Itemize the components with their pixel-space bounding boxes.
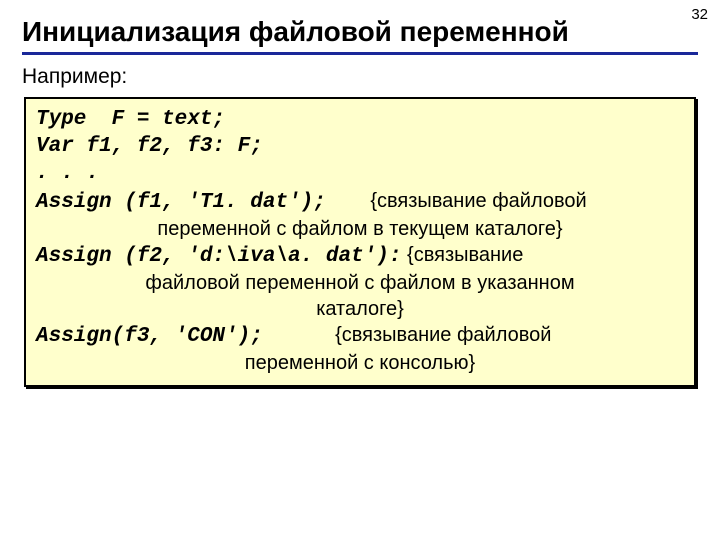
code-comment: переменной с файлом в текущем каталоге} [36,217,684,243]
code-fragment: Assign(f3, 'CON'); [36,325,263,348]
code-comment [263,324,335,346]
page-title: Инициализация файловой переменной [22,16,698,48]
code-line: Assign(f3, 'CON'); {связывание файловой [36,322,684,351]
code-fragment: Assign (f2, 'd:\iva\a. dat'): [36,245,401,268]
code-fragment: Assign (f1, 'T1. dat'); [36,191,326,214]
code-comment: файловой переменной с файлом в указанном [36,271,684,297]
code-comment: {связывание файловой [370,190,586,212]
code-line: Type F = text; [36,107,684,134]
page-number: 32 [691,6,708,23]
title-underline [22,52,698,55]
code-comment: переменной с консолью} [36,351,684,377]
code-line: . . . [36,161,684,188]
code-line: Assign (f2, 'd:\iva\a. dat'): {связывани… [36,242,684,271]
code-line: Assign (f1, 'T1. dat'); {связывание файл… [36,188,684,217]
code-comment: {связывание файловой [335,324,551,346]
code-comment [326,190,370,212]
code-comment: {связывание [407,244,523,266]
code-comment: каталоге} [36,297,684,323]
code-line: Var f1, f2, f3: F; [36,134,684,161]
lead-text: Например: [22,65,698,89]
code-example-box: Type F = text; Var f1, f2, f3: F; . . . … [24,97,696,387]
